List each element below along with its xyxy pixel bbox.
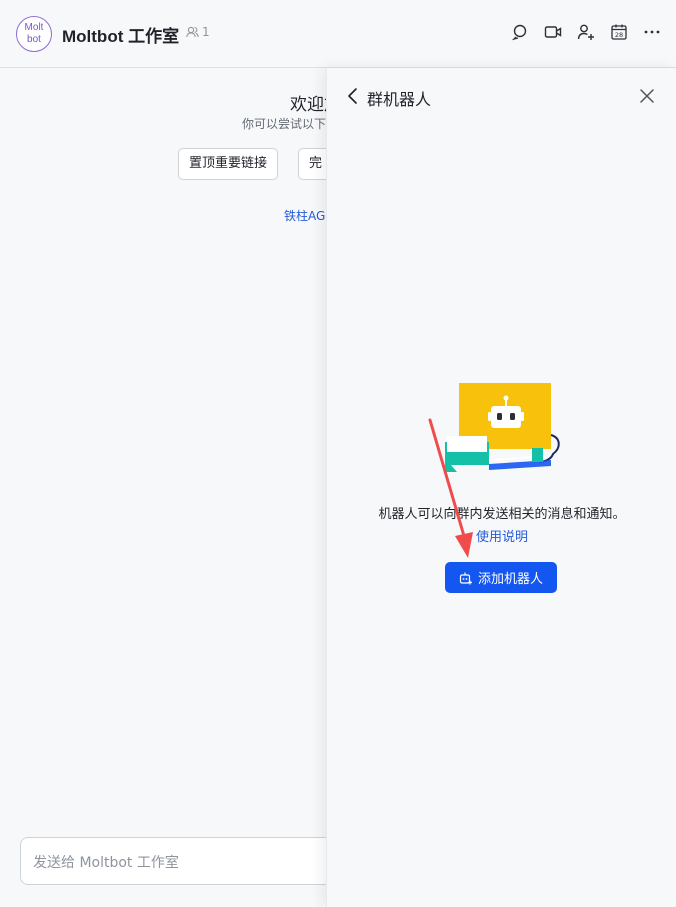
add-bot-label: 添加机器人 [477, 572, 543, 587]
more-icon [644, 30, 660, 34]
back-icon[interactable] [345, 87, 361, 105]
message-input[interactable]: 发送给 Moltbot 工作室 [20, 837, 360, 885]
avatar-line-1: Molt [24, 22, 44, 33]
group-avatar[interactable]: Molt bot [16, 16, 52, 52]
video-call-button[interactable] [543, 22, 563, 42]
add-bot-button[interactable]: 添加机器人 [445, 562, 557, 593]
close-icon[interactable] [638, 87, 656, 105]
video-icon [544, 26, 562, 38]
add-member-button[interactable] [576, 22, 596, 42]
panel-title: 群机器人 [367, 90, 432, 109]
pin-link-button[interactable]: 置顶重要链接 [178, 148, 279, 180]
group-bots-panel: 群机器人 机器人可以向群内发送相关的消息和通知。 使用说明 添加机器人 [326, 68, 676, 907]
usage-guide-link[interactable]: 使用说明 [327, 526, 676, 545]
calendar-day: 28 [615, 31, 623, 39]
add-bot-icon [459, 572, 472, 584]
chat-header: Molt bot Moltbot 工作室 1 28 [0, 0, 676, 68]
quick-link[interactable]: 铁柱AGI [284, 207, 329, 224]
search-button[interactable] [510, 22, 530, 42]
bot-illustration [445, 383, 560, 472]
chat-title[interactable]: Moltbot 工作室 [62, 22, 179, 47]
calendar-button[interactable]: 28 [609, 22, 629, 42]
avatar-line-2: bot [27, 34, 41, 45]
add-member-icon [577, 24, 594, 40]
member-count[interactable]: 1 [186, 25, 210, 39]
panel-description: 机器人可以向群内发送相关的消息和通知。 [378, 507, 626, 522]
welcome-subtitle: 你可以尝试以下 [242, 117, 327, 131]
member-count-value: 1 [202, 25, 210, 39]
more-button[interactable] [642, 22, 662, 42]
search-icon [511, 24, 527, 41]
members-icon [186, 26, 199, 38]
calendar-icon: 28 [611, 24, 627, 40]
header-actions: 28 [510, 22, 662, 42]
